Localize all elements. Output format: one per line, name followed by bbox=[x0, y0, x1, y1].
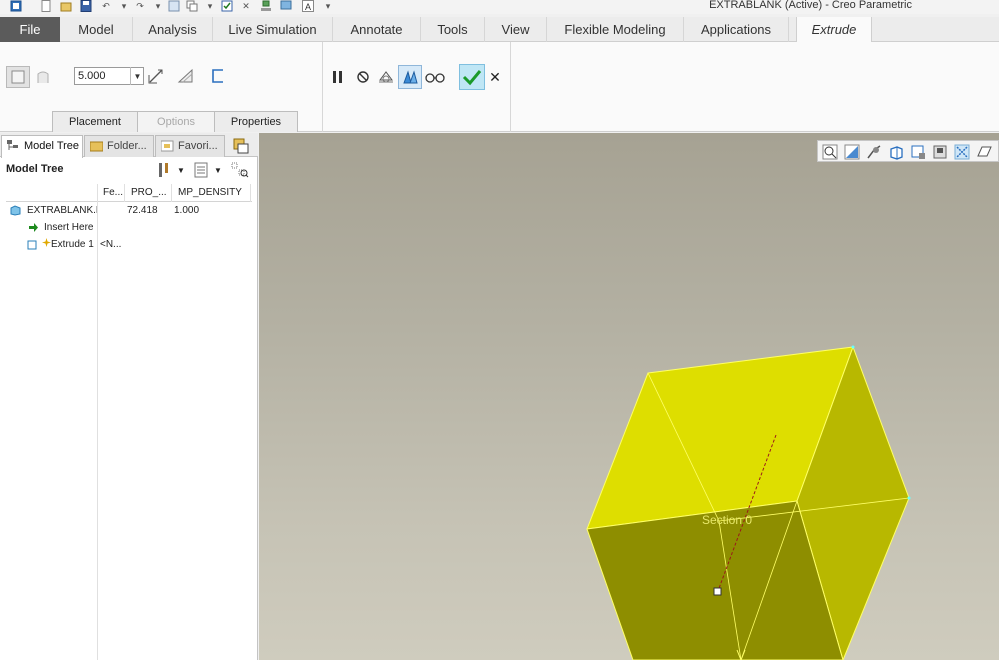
model-tree-title: Model Tree bbox=[6, 163, 64, 175]
separator bbox=[510, 42, 511, 132]
section-label: Section 0 bbox=[702, 513, 752, 527]
undo-dropdown-icon[interactable]: ▾ bbox=[118, 0, 130, 12]
tree-columns-dropdown-icon[interactable]: ▼ bbox=[213, 161, 223, 179]
flip-direction-icon[interactable] bbox=[146, 66, 166, 86]
text-style-icon[interactable]: A bbox=[302, 0, 314, 12]
tab-annotate[interactable]: Annotate bbox=[333, 17, 421, 42]
tree-filter-icon[interactable] bbox=[230, 161, 250, 179]
graphics-window[interactable]: Section 0 bbox=[259, 133, 999, 660]
verify-glasses-icon[interactable] bbox=[425, 67, 445, 87]
tab-analysis[interactable]: Analysis bbox=[133, 17, 213, 42]
extrude-surface-icon[interactable] bbox=[34, 68, 52, 86]
remove-material-icon[interactable] bbox=[176, 66, 196, 86]
tree-row-part[interactable]: EXTRABLANK.PRT 72.418 1.000 bbox=[6, 203, 252, 219]
network-icon[interactable] bbox=[260, 0, 272, 12]
undo-icon[interactable]: ↶ bbox=[100, 0, 112, 12]
tab-model-tree[interactable]: Model Tree bbox=[1, 135, 83, 158]
separator bbox=[322, 42, 323, 132]
customize-quick-access-icon[interactable]: ▾ bbox=[322, 0, 334, 12]
windows-dropdown-icon[interactable]: ▾ bbox=[204, 0, 216, 12]
tab-extrude[interactable]: Extrude bbox=[796, 17, 872, 43]
tab-model[interactable]: Model bbox=[60, 17, 133, 42]
creo-window: ↶ ▾ ↷ ▾ ▾ ✕ A ▾ EXTRABLANK (Active) - Cr… bbox=[0, 0, 999, 660]
tree-settings-icon[interactable] bbox=[156, 161, 172, 179]
tree-columns-icon[interactable] bbox=[192, 161, 210, 179]
navigator-panel: Model Tree Folder... Favori... Model Tre… bbox=[0, 133, 258, 660]
folder-icon bbox=[90, 141, 103, 152]
feature-preview-icon[interactable] bbox=[398, 65, 422, 89]
column-header-pro[interactable]: PRO_... bbox=[131, 187, 167, 198]
vertex-marker bbox=[851, 345, 855, 349]
column-divider bbox=[97, 184, 98, 660]
tree-settings-dropdown-icon[interactable]: ▼ bbox=[176, 161, 186, 179]
extrude-feature-icon bbox=[27, 240, 37, 250]
no-preview-icon[interactable] bbox=[355, 68, 371, 86]
close-window-icon[interactable]: ✕ bbox=[240, 0, 252, 12]
tab-flexible-modeling[interactable]: Flexible Modeling bbox=[547, 17, 684, 42]
tab-tools[interactable]: Tools bbox=[421, 17, 485, 42]
column-header-feature[interactable]: Fe... bbox=[103, 187, 123, 198]
pause-icon[interactable] bbox=[330, 68, 346, 86]
ribbon-tab-bar: File Model Analysis Live Simulation Anno… bbox=[0, 17, 999, 43]
tree-row-insert-here[interactable]: Insert Here bbox=[6, 220, 252, 236]
regenerate-icon[interactable] bbox=[168, 0, 180, 12]
title-bar: ↶ ▾ ↷ ▾ ▾ ✕ A ▾ EXTRABLANK (Active) - Cr… bbox=[0, 0, 999, 14]
tab-favorites[interactable]: Favori... bbox=[155, 135, 225, 157]
sketch-star-icon bbox=[42, 238, 51, 247]
new-file-icon[interactable] bbox=[40, 0, 52, 12]
depth-dropdown-icon[interactable]: ▼ bbox=[130, 67, 144, 85]
window-title: EXTRABLANK (Active) - Creo Parametric bbox=[709, 0, 912, 11]
tree-row-extrude[interactable]: Extrude 1 <N... bbox=[6, 237, 252, 253]
subtab-properties[interactable]: Properties bbox=[214, 111, 298, 132]
insert-arrow-icon bbox=[29, 223, 38, 232]
tab-live-simulation[interactable]: Live Simulation bbox=[213, 17, 333, 42]
display-icon[interactable] bbox=[280, 0, 292, 12]
column-header-mp-density[interactable]: MP_DENSITY bbox=[178, 187, 242, 198]
column-divider bbox=[250, 184, 251, 202]
ok-button[interactable] bbox=[459, 64, 485, 90]
column-divider bbox=[171, 184, 172, 202]
extrude-dashboard: 5.000 ▼ Placement Options Properties ✕ bbox=[0, 42, 999, 132]
tab-file[interactable]: File bbox=[0, 17, 60, 42]
cancel-button[interactable]: ✕ bbox=[488, 69, 502, 85]
model-viewport: Section 0 bbox=[586, 345, 911, 660]
column-divider bbox=[124, 184, 125, 202]
geometry-preview-icon[interactable] bbox=[376, 67, 396, 87]
open-file-icon[interactable] bbox=[60, 0, 72, 12]
subtab-options[interactable]: Options bbox=[137, 111, 215, 132]
redo-dropdown-icon[interactable]: ▾ bbox=[152, 0, 164, 12]
tree-column-header: Fe... PRO_... MP_DENSITY bbox=[6, 184, 252, 202]
extrude-solid-icon[interactable] bbox=[6, 66, 30, 88]
windows-icon[interactable] bbox=[186, 0, 198, 12]
save-icon[interactable] bbox=[80, 0, 92, 12]
tab-applications[interactable]: Applications bbox=[684, 17, 789, 42]
depth-drag-handle[interactable] bbox=[713, 587, 722, 596]
layer-settings-icon[interactable] bbox=[230, 136, 252, 156]
redo-icon[interactable]: ↷ bbox=[134, 0, 146, 12]
tab-folder-browser[interactable]: Folder... bbox=[84, 135, 154, 157]
thicken-sketch-icon[interactable] bbox=[208, 66, 228, 86]
svg-text:A: A bbox=[305, 2, 311, 12]
subtab-placement[interactable]: Placement bbox=[52, 111, 138, 132]
vertex-marker bbox=[907, 496, 911, 500]
check-icon[interactable] bbox=[221, 0, 233, 12]
model-tree-icon bbox=[7, 140, 18, 150]
favorites-icon bbox=[161, 140, 174, 152]
app-menu-icon[interactable] bbox=[10, 0, 22, 12]
tab-view[interactable]: View bbox=[485, 17, 547, 42]
navigator-tabs: Model Tree Folder... Favori... bbox=[0, 133, 258, 158]
part-icon bbox=[10, 205, 21, 216]
